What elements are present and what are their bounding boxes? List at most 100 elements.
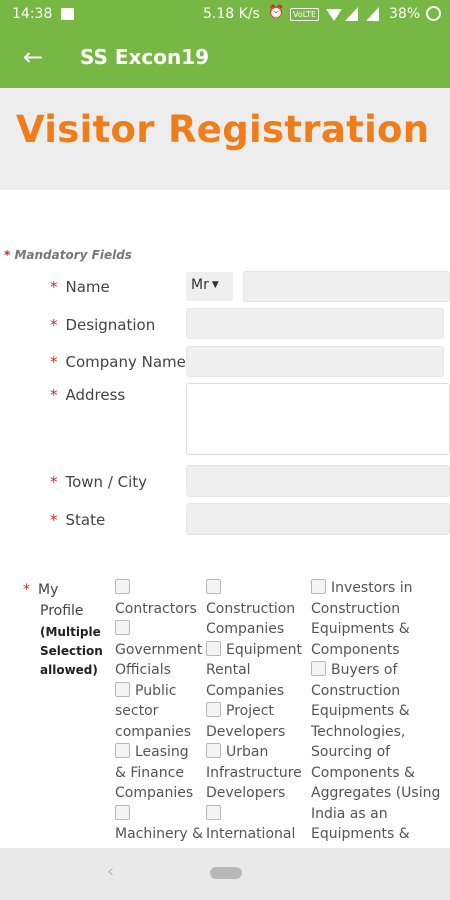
- option-label: Companies: [206, 682, 285, 699]
- mandatory-note-text: Mandatory Fields: [14, 248, 132, 262]
- option-label: Buyers of: [331, 662, 398, 678]
- option-label: Construction: [206, 600, 296, 617]
- checkbox[interactable]: [206, 804, 221, 820]
- back-arrow-icon[interactable]: ←: [18, 43, 48, 73]
- profile-option-equipment-rental[interactable]: Equipment: [206, 640, 306, 661]
- page-title: Visitor Registration: [16, 108, 430, 151]
- company-label: * Company Name: [50, 353, 186, 371]
- option-label: Public: [135, 682, 177, 699]
- profile-option-urban-infrastructure[interactable]: Urban: [206, 742, 306, 763]
- option-label: Government: [115, 641, 203, 658]
- state-label: * State: [50, 511, 105, 529]
- checkbox[interactable]: [311, 661, 326, 676]
- option-label: Construction: [311, 682, 401, 699]
- profile-option-international[interactable]: [206, 804, 306, 825]
- designation-input[interactable]: [186, 308, 444, 339]
- profile-option-machinery[interactable]: [115, 804, 203, 825]
- checkbox[interactable]: [115, 681, 130, 697]
- state-input[interactable]: [186, 503, 450, 535]
- option-label: Construction: [311, 600, 401, 617]
- option-label: Components &: [311, 764, 415, 781]
- required-marker: *: [50, 278, 58, 296]
- option-label: & Finance: [115, 764, 184, 781]
- option-label: Companies: [206, 621, 285, 637]
- required-marker: *: [4, 248, 11, 262]
- option-label: Leasing: [135, 744, 189, 760]
- option-label: Components: [311, 641, 400, 658]
- option-label: Equipments &: [311, 703, 410, 719]
- required-marker: *: [50, 511, 58, 529]
- profile-label: * My Profile: [23, 580, 84, 622]
- town-input[interactable]: [186, 465, 450, 497]
- designation-label-text: Designation: [65, 316, 156, 334]
- checkbox[interactable]: [206, 702, 221, 717]
- checkbox[interactable]: [206, 640, 221, 656]
- mandatory-note: * Mandatory Fields: [4, 248, 132, 262]
- option-label: Infrastructure: [206, 764, 302, 781]
- salutation-value: Mr: [191, 277, 209, 293]
- dropdown-caret-icon: ▼: [211, 280, 219, 290]
- profile-option-project-developers[interactable]: Project: [206, 701, 306, 722]
- option-label: Developers: [206, 785, 286, 801]
- checkbox[interactable]: [311, 579, 326, 594]
- checkbox[interactable]: [115, 804, 130, 820]
- name-input[interactable]: [243, 271, 450, 302]
- address-label-text: Address: [65, 386, 126, 404]
- option-label: Contractors: [115, 600, 197, 617]
- designation-label: * Designation: [50, 316, 155, 334]
- name-label: * Name: [50, 278, 110, 296]
- checkbox[interactable]: [206, 579, 221, 594]
- option-label: Urban: [226, 744, 269, 760]
- profile-option-investors[interactable]: Investors in: [311, 578, 450, 599]
- status-bar: 14:38 5.18 K/s ⏰ VoLTE 38%: [0, 0, 450, 29]
- option-label: Companies: [115, 785, 194, 801]
- alarm-icon: ⏰: [268, 5, 285, 20]
- state-label-text: State: [65, 511, 106, 529]
- company-input[interactable]: [186, 346, 444, 377]
- name-label-text: Name: [65, 278, 110, 296]
- company-label-text: Company Name: [65, 353, 186, 371]
- required-marker: *: [50, 353, 58, 371]
- network-speed: 5.18 K/s: [203, 6, 260, 22]
- signal-icon: [345, 7, 358, 21]
- address-textarea[interactable]: [186, 383, 450, 455]
- option-label: Officials: [115, 662, 171, 678]
- profile-label-line1: My: [38, 582, 59, 598]
- required-marker: *: [50, 473, 58, 491]
- profile-option-contractors[interactable]: [115, 578, 203, 599]
- checkbox[interactable]: [115, 743, 130, 758]
- checkbox[interactable]: [206, 743, 221, 758]
- battery-icon: [426, 6, 441, 21]
- battery-percent: 38%: [389, 6, 421, 22]
- option-label: companies: [115, 723, 192, 740]
- profile-note-line: Selection: [40, 644, 103, 658]
- image-icon: [61, 8, 74, 20]
- nav-back-icon[interactable]: ‹: [107, 861, 114, 882]
- profile-option-leasing[interactable]: Leasing: [115, 742, 203, 763]
- profile-option-public-sector[interactable]: Public: [115, 681, 203, 702]
- option-label: Equipments &: [311, 621, 410, 637]
- profile-option-government[interactable]: [115, 619, 203, 640]
- app-title: SS Excon19: [80, 45, 210, 69]
- nav-home-pill-icon[interactable]: [210, 867, 242, 879]
- system-nav-bar: ‹: [0, 848, 450, 900]
- option-label: Aggregates (Using: [311, 785, 441, 801]
- profile-option-construction-companies[interactable]: [206, 578, 306, 599]
- profile-options-col2: Construction Companies Equipment Rental …: [206, 578, 306, 845]
- profile-note: (Multiple Selection allowed): [40, 623, 103, 680]
- checkbox[interactable]: [115, 620, 130, 635]
- required-marker: *: [50, 316, 58, 334]
- option-label: sector: [115, 703, 159, 719]
- address-label: * Address: [50, 386, 125, 404]
- option-label: Equipment: [226, 641, 302, 658]
- option-label: Developers: [206, 723, 286, 740]
- app-bar: ← SS Excon19: [0, 29, 450, 88]
- checkbox[interactable]: [115, 579, 130, 594]
- profile-note-line: allowed): [40, 663, 98, 677]
- option-label: Equipments &: [311, 826, 410, 842]
- required-marker: *: [23, 582, 30, 598]
- option-label: India as an: [311, 805, 388, 822]
- salutation-select[interactable]: Mr ▼: [186, 272, 233, 301]
- profile-option-buyers[interactable]: Buyers of: [311, 660, 450, 681]
- page-header: Visitor Registration: [0, 88, 450, 190]
